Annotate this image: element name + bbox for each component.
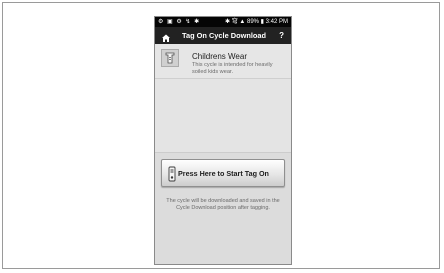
status-icons-left: ⚙ ▣ ⚙ ↯ ✱: [158, 19, 201, 25]
footer-note: The cycle will be downloaded and saved i…: [166, 198, 280, 211]
cycle-icon: [161, 49, 179, 67]
cycle-name: Childrens Wear: [192, 52, 247, 61]
cycle-description: This cycle is intended for heavily soile…: [192, 62, 273, 75]
phone-screen: ⚙ ▣ ⚙ ↯ ✱ ✱ 穹 ▲ 89% ▮ 3:42 PM Tag On Cyc…: [155, 17, 291, 264]
title-bar: Tag On Cycle Download ?: [155, 27, 291, 44]
page-title: Tag On Cycle Download: [182, 31, 267, 40]
start-tag-on-button[interactable]: Press Here to Start Tag On: [161, 159, 285, 187]
home-icon[interactable]: [161, 30, 171, 42]
status-bar: ⚙ ▣ ⚙ ↯ ✱ ✱ 穹 ▲ 89% ▮ 3:42 PM: [155, 17, 291, 27]
tag-icon: [168, 166, 178, 182]
status-icons-right: ✱ 穹 ▲ 89% ▮ 3:42 PM: [225, 19, 288, 25]
help-icon[interactable]: ?: [279, 27, 284, 44]
cycle-list-item[interactable]: Childrens Wear This cycle is intended fo…: [155, 44, 291, 79]
start-tag-on-label: Press Here to Start Tag On: [178, 169, 269, 178]
